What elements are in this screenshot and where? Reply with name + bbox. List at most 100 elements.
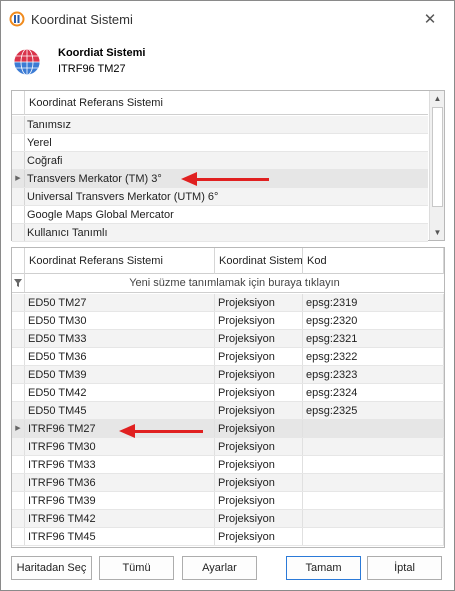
cell-reference-system[interactable]: ED50 TM42	[25, 384, 215, 401]
current-row-indicator-icon[interactable]: ▶	[12, 170, 25, 187]
table-row[interactable]: ED50 TM27 Projeksiyon epsg:2319	[12, 294, 444, 312]
row-indicator[interactable]	[12, 312, 25, 329]
cell-coordinate-system[interactable]: Projeksiyon	[215, 294, 303, 311]
row-indicator[interactable]	[12, 206, 25, 223]
cell-coordinate-system[interactable]: Projeksiyon	[215, 456, 303, 473]
cell-reference-system[interactable]: ITRF96 TM42	[25, 510, 215, 527]
row-indicator[interactable]	[12, 402, 25, 419]
cell-reference-system[interactable]: ITRF96 TM30	[25, 438, 215, 455]
cell-code[interactable]: epsg:2321	[303, 330, 444, 347]
crs-list-column-header[interactable]: Koordinat Referans Sistemi	[29, 97, 163, 109]
cell-coordinate-system[interactable]: Projeksiyon	[215, 420, 303, 437]
cell-reference-system[interactable]: ITRF96 TM45	[25, 528, 215, 545]
cell-code[interactable]: epsg:2322	[303, 348, 444, 365]
crs-list-item[interactable]: Google Maps Global Mercator	[12, 206, 428, 224]
cell-code[interactable]: epsg:2320	[303, 312, 444, 329]
row-indicator[interactable]	[12, 152, 25, 169]
cell-coordinate-system[interactable]: Projeksiyon	[215, 384, 303, 401]
column-header-reference-system[interactable]: Koordinat Referans Sistemi	[25, 248, 215, 274]
row-indicator[interactable]	[12, 438, 25, 455]
cell-reference-system[interactable]: ITRF96 TM36	[25, 474, 215, 491]
cell-code[interactable]	[303, 420, 444, 437]
cell-coordinate-system[interactable]: Projeksiyon	[215, 366, 303, 383]
table-row[interactable]: ITRF96 TM36 Projeksiyon	[12, 474, 444, 492]
table-row[interactable]: ED50 TM36 Projeksiyon epsg:2322	[12, 348, 444, 366]
row-indicator[interactable]	[12, 528, 25, 545]
coordinate-system-grid: Koordinat Referans Sistemi Koordinat Sis…	[11, 247, 445, 548]
table-row[interactable]: ED50 TM42 Projeksiyon epsg:2324	[12, 384, 444, 402]
crs-list-item[interactable]: Kullanıcı Tanımlı	[12, 224, 428, 242]
table-row[interactable]: ITRF96 TM39 Projeksiyon	[12, 492, 444, 510]
row-indicator[interactable]	[12, 116, 25, 133]
cell-reference-system[interactable]: ED50 TM27	[25, 294, 215, 311]
cell-coordinate-system[interactable]: Projeksiyon	[215, 492, 303, 509]
select-from-map-button[interactable]: Haritadan Seç	[11, 556, 92, 580]
current-row-indicator-icon[interactable]: ▶	[12, 420, 25, 437]
all-button[interactable]: Tümü	[99, 556, 174, 580]
table-row[interactable]: ED50 TM33 Projeksiyon epsg:2321	[12, 330, 444, 348]
table-row[interactable]: ED50 TM39 Projeksiyon epsg:2323	[12, 366, 444, 384]
cancel-button[interactable]: İptal	[367, 556, 442, 580]
cell-coordinate-system[interactable]: Projeksiyon	[215, 528, 303, 545]
cell-coordinate-system[interactable]: Projeksiyon	[215, 312, 303, 329]
settings-button[interactable]: Ayarlar	[182, 556, 257, 580]
crs-list-item[interactable]: Yerel	[12, 134, 428, 152]
row-indicator[interactable]	[12, 188, 25, 205]
filter-row[interactable]: Yeni süzme tanımlamak için buraya tıklay…	[12, 274, 444, 293]
crs-list-scrollbar[interactable]: ▲ ▼	[429, 91, 444, 240]
row-indicator[interactable]	[12, 224, 25, 241]
cell-reference-system[interactable]: ED50 TM45	[25, 402, 215, 419]
row-indicator[interactable]	[12, 348, 25, 365]
filter-icon[interactable]	[12, 274, 25, 292]
scroll-up-arrow-icon[interactable]: ▲	[430, 91, 445, 106]
ok-button[interactable]: Tamam	[286, 556, 361, 580]
row-indicator[interactable]	[12, 134, 25, 151]
row-indicator[interactable]	[12, 294, 25, 311]
cell-coordinate-system[interactable]: Projeksiyon	[215, 330, 303, 347]
close-button[interactable]: ✕	[415, 9, 445, 31]
table-row[interactable]: ED50 TM45 Projeksiyon epsg:2325	[12, 402, 444, 420]
cell-code[interactable]	[303, 528, 444, 545]
column-header-code[interactable]: Kod	[303, 248, 444, 274]
cell-code[interactable]	[303, 474, 444, 491]
table-row[interactable]: ▶ ITRF96 TM27 Projeksiyon	[12, 420, 444, 438]
cell-code[interactable]	[303, 438, 444, 455]
cell-code[interactable]	[303, 456, 444, 473]
cell-reference-system[interactable]: ED50 TM33	[25, 330, 215, 347]
cell-reference-system[interactable]: ITRF96 TM39	[25, 492, 215, 509]
column-header-coordinate-system[interactable]: Koordinat Sistem	[215, 248, 303, 274]
filter-prompt[interactable]: Yeni süzme tanımlamak için buraya tıklay…	[25, 277, 444, 289]
cell-coordinate-system[interactable]: Projeksiyon	[215, 510, 303, 527]
cell-reference-system[interactable]: ED50 TM30	[25, 312, 215, 329]
cell-coordinate-system[interactable]: Projeksiyon	[215, 438, 303, 455]
table-row[interactable]: ED50 TM30 Projeksiyon epsg:2320	[12, 312, 444, 330]
row-indicator[interactable]	[12, 492, 25, 509]
cell-code[interactable]: epsg:2324	[303, 384, 444, 401]
cell-code[interactable]	[303, 492, 444, 509]
table-row[interactable]: ITRF96 TM33 Projeksiyon	[12, 456, 444, 474]
row-indicator[interactable]	[12, 384, 25, 401]
row-indicator[interactable]	[12, 330, 25, 347]
table-row[interactable]: ITRF96 TM42 Projeksiyon	[12, 510, 444, 528]
cell-code[interactable]: epsg:2319	[303, 294, 444, 311]
cell-code[interactable]: epsg:2323	[303, 366, 444, 383]
cell-reference-system[interactable]: ED50 TM39	[25, 366, 215, 383]
cell-reference-system[interactable]: ED50 TM36	[25, 348, 215, 365]
cell-coordinate-system[interactable]: Projeksiyon	[215, 402, 303, 419]
row-indicator[interactable]	[12, 474, 25, 491]
row-indicator[interactable]	[12, 366, 25, 383]
crs-list-item[interactable]: Tanımsız	[12, 116, 428, 134]
cell-coordinate-system[interactable]: Projeksiyon	[215, 348, 303, 365]
crs-list-item[interactable]: Coğrafi	[12, 152, 428, 170]
row-indicator[interactable]	[12, 456, 25, 473]
scroll-down-arrow-icon[interactable]: ▼	[430, 225, 445, 240]
cell-reference-system[interactable]: ITRF96 TM33	[25, 456, 215, 473]
scrollbar-thumb[interactable]	[432, 107, 443, 207]
cell-code[interactable]: epsg:2325	[303, 402, 444, 419]
crs-list-item[interactable]: Universal Transvers Merkator (UTM) 6°	[12, 188, 428, 206]
table-row[interactable]: ITRF96 TM30 Projeksiyon	[12, 438, 444, 456]
cell-coordinate-system[interactable]: Projeksiyon	[215, 474, 303, 491]
table-row[interactable]: ITRF96 TM45 Projeksiyon	[12, 528, 444, 546]
row-indicator[interactable]	[12, 510, 25, 527]
cell-code[interactable]	[303, 510, 444, 527]
